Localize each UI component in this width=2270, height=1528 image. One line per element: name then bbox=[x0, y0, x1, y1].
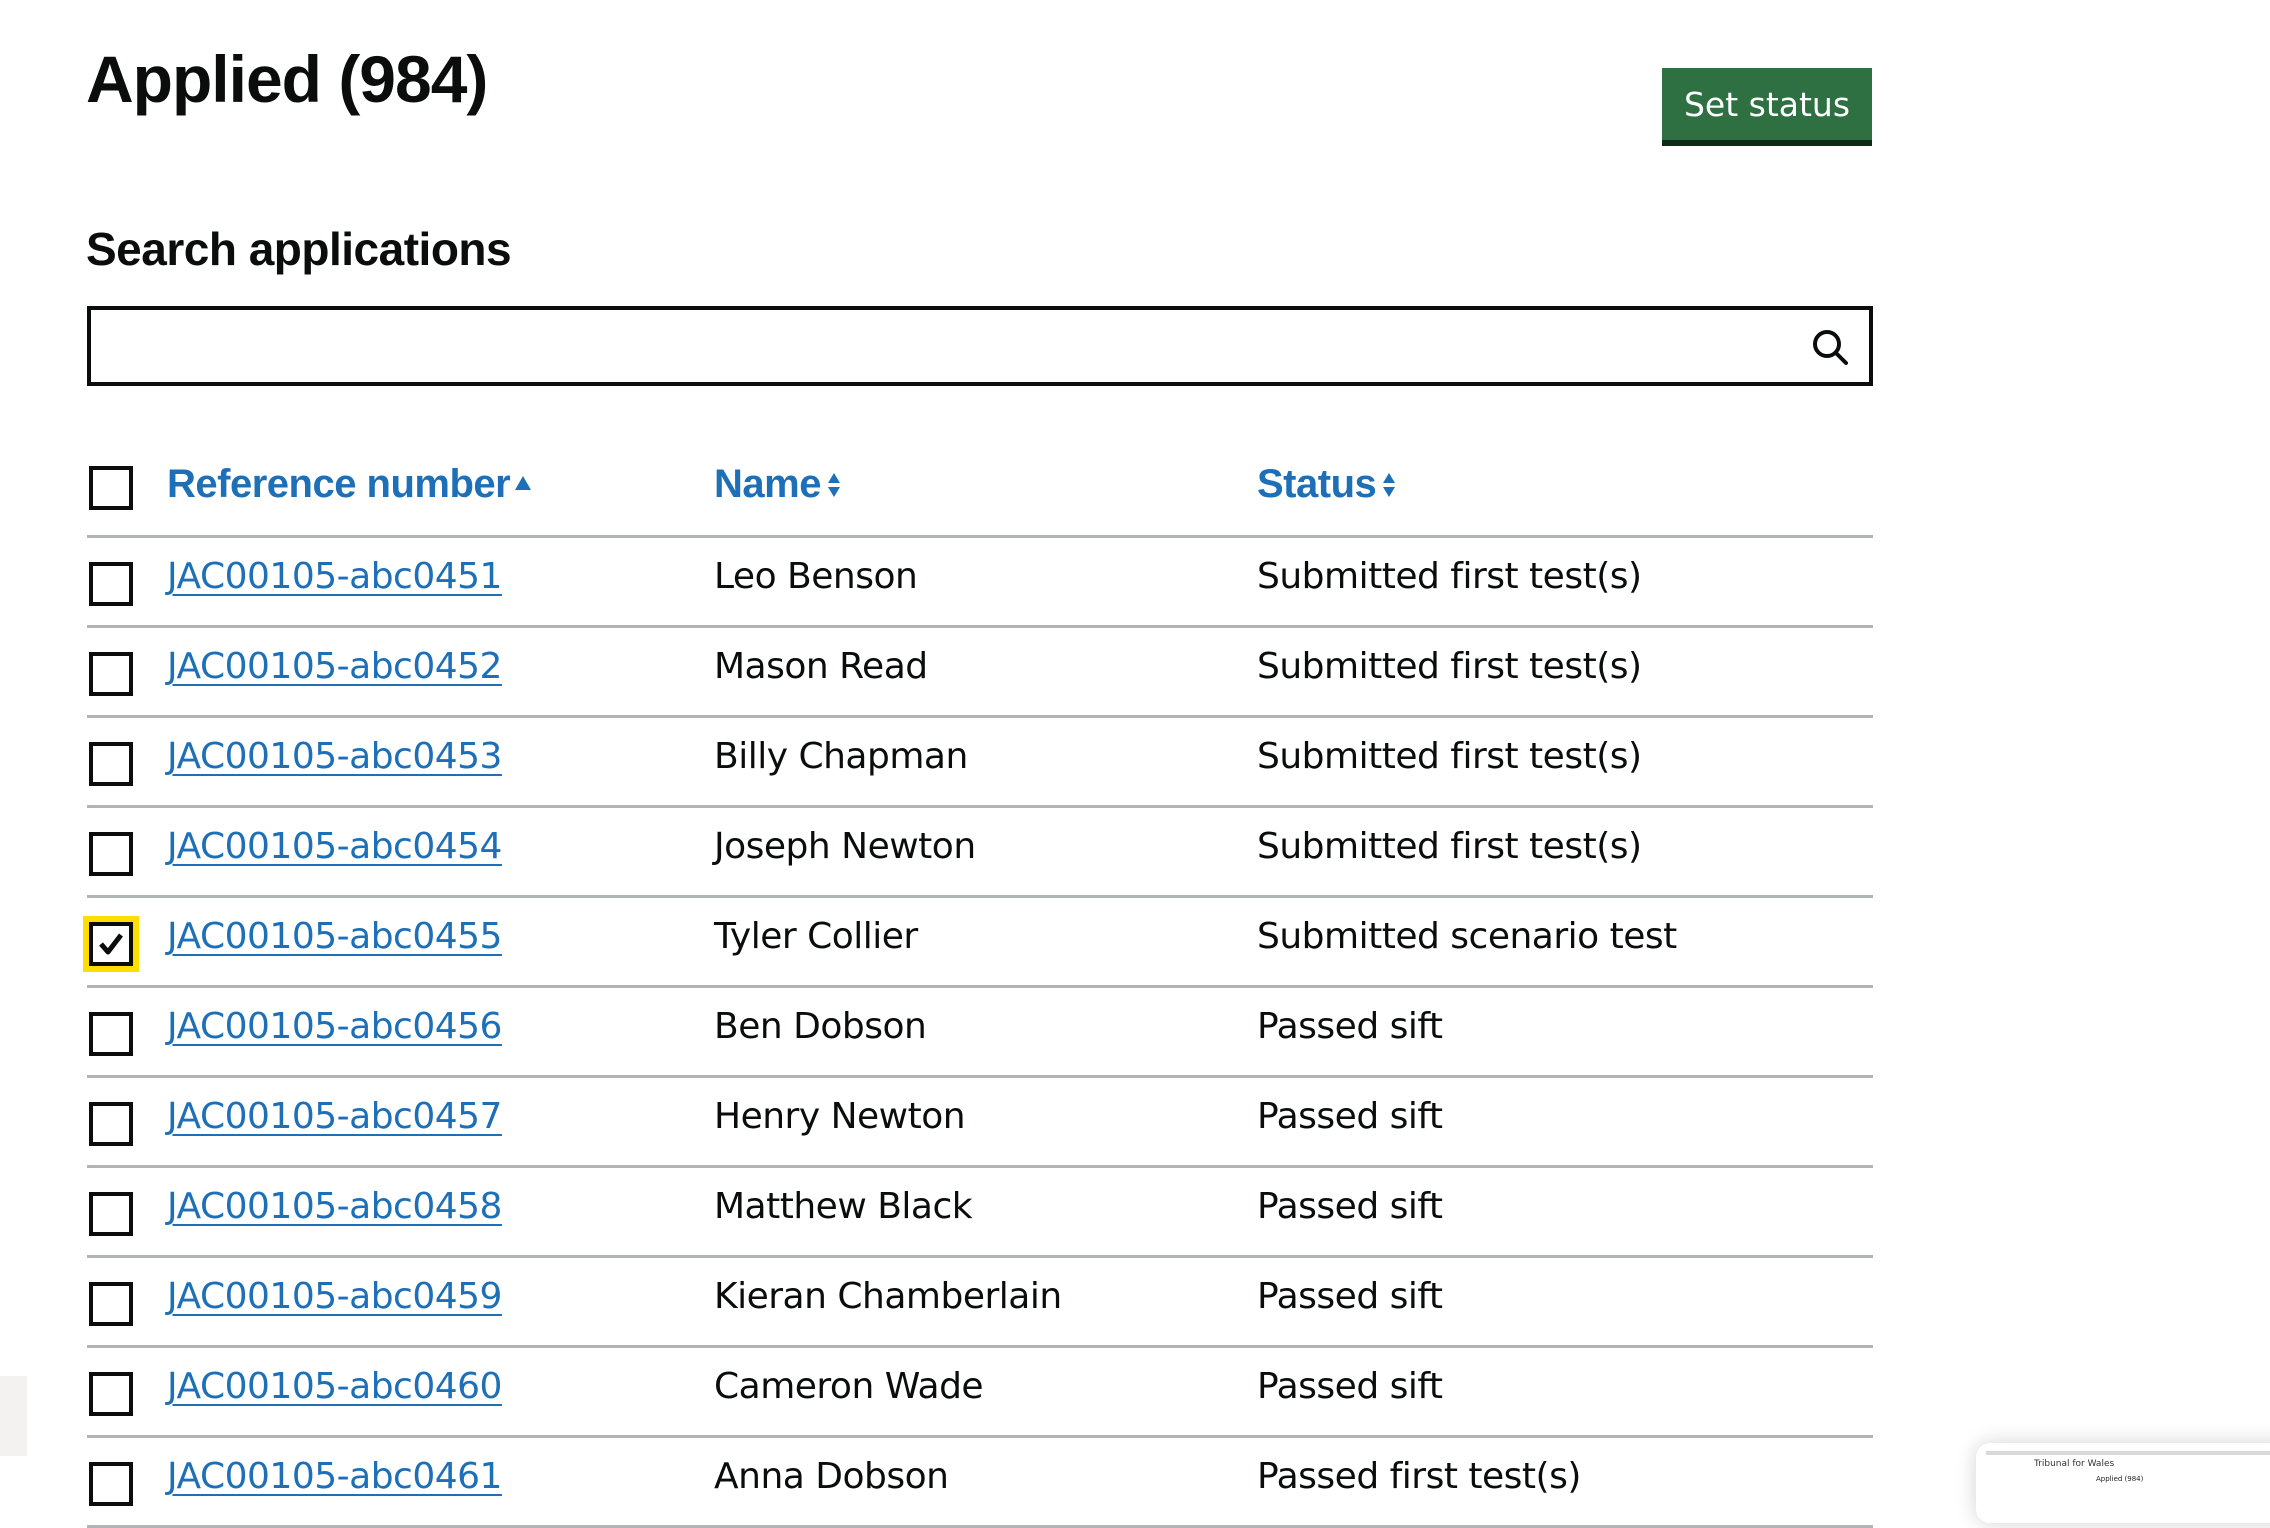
reference-number-link[interactable]: JAC00105-abc0460 bbox=[167, 1366, 502, 1407]
search-field bbox=[87, 306, 1873, 386]
applicant-name: Billy Chapman bbox=[714, 736, 968, 777]
table-row: JAC00105-abc0454 Joseph Newton Submitted f… bbox=[87, 808, 1873, 898]
applicant-name: Anna Dobson bbox=[714, 1456, 949, 1497]
application-status: Passed sift bbox=[1257, 1276, 1443, 1317]
applications-table: Reference number Name Status JAC00105-ab… bbox=[87, 440, 1873, 1528]
checkmark-icon bbox=[99, 933, 123, 955]
reference-number-link[interactable]: JAC00105-abc0458 bbox=[167, 1186, 502, 1227]
row-checkbox[interactable] bbox=[89, 1012, 133, 1056]
screenshot-thumbnail[interactable]: Tribunal for Wales Applied (984) bbox=[1976, 1443, 2270, 1523]
application-status: Passed sift bbox=[1257, 1366, 1443, 1407]
application-status: Submitted first test(s) bbox=[1257, 826, 1642, 867]
column-header-label: Status bbox=[1257, 462, 1377, 506]
application-status: Passed sift bbox=[1257, 1186, 1443, 1227]
thumbnail-title: Tribunal for Wales bbox=[2034, 1459, 2115, 1469]
search-input[interactable] bbox=[91, 310, 1791, 382]
sort-ascending-icon bbox=[515, 475, 532, 490]
column-header-status[interactable]: Status bbox=[1257, 462, 1398, 507]
reference-number-link[interactable]: JAC00105-abc0456 bbox=[167, 1006, 502, 1047]
reference-number-link[interactable]: JAC00105-abc0461 bbox=[167, 1456, 502, 1497]
column-header-reference-number[interactable]: Reference number bbox=[167, 462, 532, 507]
set-status-button[interactable]: Set status bbox=[1662, 68, 1872, 140]
application-status: Passed sift bbox=[1257, 1096, 1443, 1137]
row-checkbox[interactable] bbox=[89, 1192, 133, 1236]
table-row: JAC00105-abc0458 Matthew Black Passed sift bbox=[87, 1168, 1873, 1258]
thumbnail-preview: Tribunal for Wales Applied (984) bbox=[1986, 1451, 2270, 1523]
application-status: Passed first test(s) bbox=[1257, 1456, 1581, 1497]
reference-number-link[interactable]: JAC00105-abc0451 bbox=[167, 556, 502, 597]
applicant-name: Cameron Wade bbox=[714, 1366, 984, 1407]
row-checkbox[interactable] bbox=[89, 1102, 133, 1146]
thumbnail-subtitle: Applied (984) bbox=[2096, 1475, 2144, 1483]
table-row: JAC00105-abc0453 Billy Chapman Submitted f… bbox=[87, 718, 1873, 808]
table-row: JAC00105-abc0455 Tyler Collier Submitted s… bbox=[87, 898, 1873, 988]
search-icon[interactable] bbox=[1811, 328, 1849, 366]
application-status: Submitted first test(s) bbox=[1257, 646, 1642, 687]
row-checkbox[interactable] bbox=[89, 1462, 133, 1506]
column-header-name[interactable]: Name bbox=[714, 462, 843, 507]
row-checkbox[interactable] bbox=[89, 922, 133, 966]
applicant-name: Kieran Chamberlain bbox=[714, 1276, 1062, 1317]
applicant-name: Matthew Black bbox=[714, 1186, 973, 1227]
sort-both-icon bbox=[827, 472, 840, 497]
page-title: Applied (984) bbox=[86, 42, 488, 116]
application-status: Passed sift bbox=[1257, 1006, 1443, 1047]
applicant-name: Leo Benson bbox=[714, 556, 918, 597]
row-checkbox[interactable] bbox=[89, 832, 133, 876]
table-header-row: Reference number Name Status bbox=[87, 440, 1873, 538]
applicant-name: Henry Newton bbox=[714, 1096, 966, 1137]
reference-number-link[interactable]: JAC00105-abc0459 bbox=[167, 1276, 502, 1317]
reference-number-link[interactable]: JAC00105-abc0452 bbox=[167, 646, 502, 687]
sort-both-icon bbox=[1383, 472, 1396, 497]
table-row: JAC00105-abc0459 Kieran Chamberlain Passed… bbox=[87, 1258, 1873, 1348]
application-status: Submitted first test(s) bbox=[1257, 736, 1642, 777]
reference-number-link[interactable]: JAC00105-abc0454 bbox=[167, 826, 502, 867]
side-panel-tab[interactable] bbox=[0, 1376, 27, 1456]
row-checkbox[interactable] bbox=[89, 1372, 133, 1416]
application-status: Submitted first test(s) bbox=[1257, 556, 1642, 597]
reference-number-link[interactable]: JAC00105-abc0457 bbox=[167, 1096, 502, 1137]
table-row: JAC00105-abc0456 Ben Dobson Passed sift bbox=[87, 988, 1873, 1078]
row-checkbox[interactable] bbox=[89, 742, 133, 786]
reference-number-link[interactable]: JAC00105-abc0453 bbox=[167, 736, 502, 777]
applicant-name: Tyler Collier bbox=[714, 916, 918, 957]
reference-number-link[interactable]: JAC00105-abc0455 bbox=[167, 916, 502, 957]
search-applications-label: Search applications bbox=[86, 223, 512, 275]
row-checkbox[interactable] bbox=[89, 652, 133, 696]
applicant-name: Joseph Newton bbox=[714, 826, 976, 867]
table-row: JAC00105-abc0460 Cameron Wade Passed sift bbox=[87, 1348, 1873, 1438]
application-status: Submitted scenario test bbox=[1257, 916, 1677, 957]
applicant-name: Ben Dobson bbox=[714, 1006, 927, 1047]
table-body: JAC00105-abc0451 Leo Benson Submitted firs… bbox=[87, 538, 1873, 1528]
row-checkbox[interactable] bbox=[89, 1282, 133, 1326]
row-checkbox[interactable] bbox=[89, 562, 133, 606]
applicant-name: Mason Read bbox=[714, 646, 928, 687]
column-header-label: Name bbox=[714, 462, 821, 506]
select-all-checkbox[interactable] bbox=[89, 466, 133, 510]
table-row: JAC00105-abc0457 Henry Newton Passed sift bbox=[87, 1078, 1873, 1168]
table-row: JAC00105-abc0461 Anna Dobson Passed first … bbox=[87, 1438, 1873, 1528]
table-row: JAC00105-abc0452 Mason Read Submitted firs… bbox=[87, 628, 1873, 718]
table-row: JAC00105-abc0451 Leo Benson Submitted firs… bbox=[87, 538, 1873, 628]
column-header-label: Reference number bbox=[167, 462, 511, 506]
